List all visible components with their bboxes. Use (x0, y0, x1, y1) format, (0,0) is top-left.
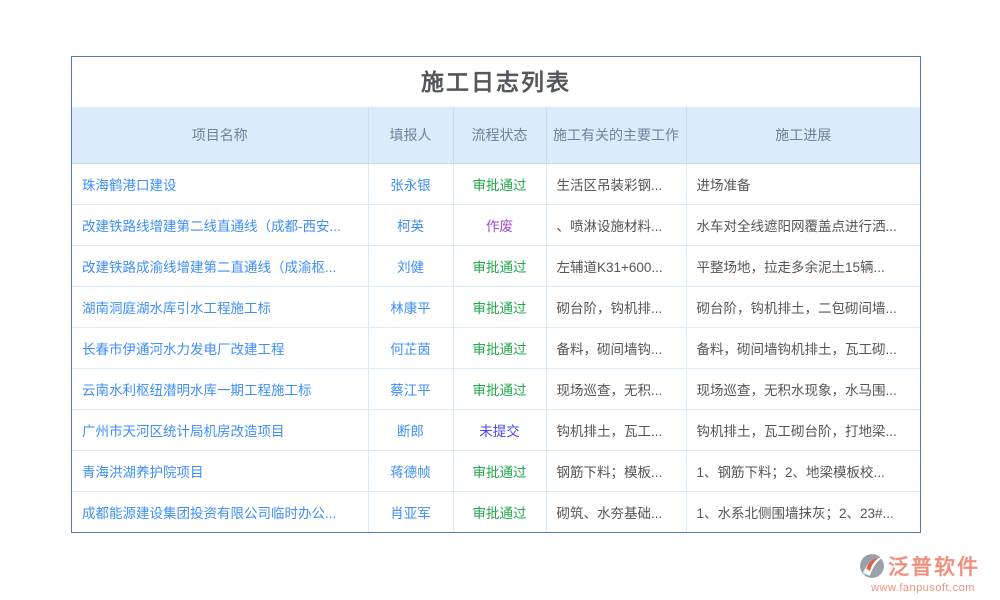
table-row: 成都能源建设集团投资有限公司临时办公... 肖亚军 审批通过 砌筑、水夯基础..… (72, 491, 920, 532)
table-row: 云南水利枢纽潜明水库一期工程施工标 蔡江平 审批通过 现场巡查，无积... 现场… (72, 368, 920, 409)
construction-log-card: 施工日志列表 项目名称 填报人 流程状态 施工有关的主要工作 施工进展 珠海鹤港 (71, 56, 921, 533)
progress-text: 1、钢筋下料；2、地梁模板校... (697, 465, 885, 480)
col-header-status: 流程状态 (453, 107, 546, 163)
status-badge: 未提交 (479, 424, 520, 439)
col-header-reporter: 填报人 (368, 107, 453, 163)
main-work-text: 钢筋下料；模板... (557, 465, 663, 480)
reporter-link[interactable]: 柯英 (397, 219, 424, 234)
table-row: 广州市天河区统计局机房改造项目 断郎 未提交 钩机排土，瓦工... 钩机排土，瓦… (72, 409, 920, 450)
project-link[interactable]: 云南水利枢纽潜明水库一期工程施工标 (82, 383, 312, 398)
table-header: 项目名称 填报人 流程状态 施工有关的主要工作 施工进展 (72, 107, 920, 163)
col-header-project: 项目名称 (72, 107, 368, 163)
brand-name: 泛普软件 (888, 551, 980, 581)
reporter-link[interactable]: 蔡江平 (390, 383, 431, 398)
progress-text: 平整场地，拉走多余泥土15辆... (697, 260, 885, 275)
main-work-text: 钩机排土，瓦工... (557, 424, 663, 439)
reporter-link[interactable]: 肖亚军 (390, 506, 431, 521)
main-work-text: 左辅道K31+600... (557, 260, 663, 275)
project-link[interactable]: 珠海鹤港口建设 (82, 178, 177, 193)
status-badge: 审批通过 (473, 342, 527, 357)
project-link[interactable]: 改建铁路线增建第二线直通线（成都-西安... (82, 219, 341, 234)
status-badge: 审批通过 (473, 465, 527, 480)
project-link[interactable]: 广州市天河区统计局机房改造项目 (82, 424, 285, 439)
project-link[interactable]: 长春市伊通河水力发电厂改建工程 (82, 342, 285, 357)
table-row: 珠海鹤港口建设 张永银 审批通过 生活区吊装彩钢... 进场准备 (72, 163, 920, 204)
progress-text: 砌台阶，钩机排土，二包砌间墙... (697, 301, 897, 316)
project-link[interactable]: 青海洪湖养护院项目 (82, 465, 204, 480)
status-badge: 作废 (486, 219, 513, 234)
col-header-main-work: 施工有关的主要工作 (546, 107, 686, 163)
progress-text: 备料，砌间墙钩机排土，瓦工砌... (697, 342, 897, 357)
reporter-link[interactable]: 蒋德帧 (390, 465, 431, 480)
main-work-text: 、喷淋设施材料... (557, 219, 663, 234)
brand-row: 泛普软件 (858, 551, 988, 581)
reporter-link[interactable]: 刘健 (397, 260, 424, 275)
reporter-link[interactable]: 断郎 (397, 424, 424, 439)
reporter-link[interactable]: 张永银 (390, 178, 431, 193)
col-header-progress: 施工进展 (686, 107, 920, 163)
table-row: 改建铁路线增建第二线直通线（成都-西安... 柯英 作废 、喷淋设施材料... … (72, 204, 920, 245)
table-row: 青海洪湖养护院项目 蒋德帧 审批通过 钢筋下料；模板... 1、钢筋下料；2、地… (72, 450, 920, 491)
main-work-text: 备料，砌间墙钩... (557, 342, 663, 357)
table-row: 改建铁路成渝线增建第二直通线（成渝枢... 刘健 审批通过 左辅道K31+600… (72, 245, 920, 286)
progress-text: 水车对全线遮阳网覆盖点进行洒... (697, 219, 897, 234)
brand-footer: 泛普软件 www.fanpusoft.com (858, 551, 988, 594)
progress-text: 进场准备 (697, 178, 751, 193)
main-work-text: 砌筑、水夯基础... (557, 506, 663, 521)
construction-log-table: 项目名称 填报人 流程状态 施工有关的主要工作 施工进展 珠海鹤港口建设 张永银… (72, 107, 920, 532)
progress-text: 现场巡查，无积水现象，水马围... (697, 383, 897, 398)
table-row: 长春市伊通河水力发电厂改建工程 何芷茵 审批通过 备料，砌间墙钩... 备料，砌… (72, 327, 920, 368)
progress-text: 钩机排土，瓦工砌台阶，打地梁... (697, 424, 897, 439)
page: 施工日志列表 项目名称 填报人 流程状态 施工有关的主要工作 施工进展 珠海鹤港 (0, 0, 1000, 600)
status-badge: 审批通过 (473, 178, 527, 193)
status-badge: 审批通过 (473, 301, 527, 316)
main-work-text: 生活区吊装彩钢... (557, 178, 663, 193)
project-link[interactable]: 成都能源建设集团投资有限公司临时办公... (82, 506, 336, 521)
brand-url[interactable]: www.fanpusoft.com (858, 582, 988, 594)
progress-text: 1、水系北侧围墙抹灰；2、23#... (697, 506, 894, 521)
log-table-body: 珠海鹤港口建设 张永银 审批通过 生活区吊装彩钢... 进场准备 改建铁路线增建… (72, 163, 920, 532)
main-work-text: 砌台阶，钩机排... (557, 301, 663, 316)
status-badge: 审批通过 (473, 383, 527, 398)
table-row: 湖南洞庭湖水库引水工程施工标 林康平 审批通过 砌台阶，钩机排... 砌台阶，钩… (72, 286, 920, 327)
reporter-link[interactable]: 林康平 (390, 301, 431, 316)
status-badge: 审批通过 (473, 506, 527, 521)
status-badge: 审批通过 (473, 260, 527, 275)
page-title: 施工日志列表 (72, 57, 920, 107)
project-link[interactable]: 湖南洞庭湖水库引水工程施工标 (82, 301, 271, 316)
main-work-text: 现场巡查，无积... (557, 383, 663, 398)
fanpu-logo-icon (858, 552, 886, 580)
project-link[interactable]: 改建铁路成渝线增建第二直通线（成渝枢... (82, 260, 336, 275)
reporter-link[interactable]: 何芷茵 (390, 342, 431, 357)
